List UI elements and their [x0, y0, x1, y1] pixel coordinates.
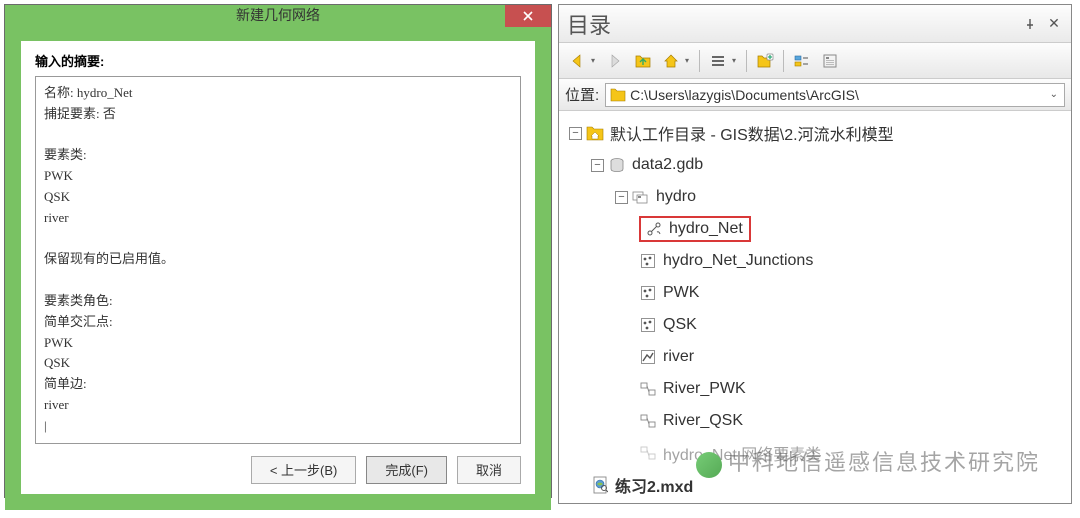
item-properties-button[interactable]: [818, 49, 842, 73]
tree-item[interactable]: river: [563, 341, 1067, 373]
tree-gdb[interactable]: − data2.gdb: [563, 149, 1067, 181]
collapse-icon[interactable]: −: [615, 191, 628, 204]
dialog-title: 新建几何网络: [5, 5, 551, 25]
tree-label: 练习2.mxd: [615, 473, 693, 497]
map-document-icon: [591, 476, 609, 494]
collapse-icon[interactable]: −: [591, 159, 604, 172]
catalog-title: 目录: [567, 8, 1015, 40]
collapse-icon[interactable]: −: [569, 127, 582, 140]
geometric-network-icon: [645, 220, 663, 238]
location-input[interactable]: [630, 87, 1047, 103]
catalog-panel: 目录 ✕ ▾ ▾ ▾: [558, 4, 1072, 504]
tree-root[interactable]: − 默认工作目录 - GIS数据\2.河流水利模型: [563, 117, 1067, 149]
tree-label: River_PWK: [663, 380, 746, 398]
relationship-class-icon: [639, 412, 657, 430]
point-feature-icon: [639, 316, 657, 334]
tree-item[interactable]: River_QSK: [563, 405, 1067, 437]
home-folder-icon: [586, 124, 604, 142]
summary-textbox[interactable]: 名称: hydro_Net 捕捉要素: 否 要素类: PWK QSK river…: [35, 76, 521, 444]
back-dropdown[interactable]: ▾: [591, 56, 599, 65]
cancel-button[interactable]: 取消: [457, 456, 521, 484]
toggle-contents-button[interactable]: [790, 49, 814, 73]
forward-arrow-button[interactable]: [603, 49, 627, 73]
list-view-button[interactable]: [706, 49, 730, 73]
tree-item-hydro-net[interactable]: hydro_Net: [563, 213, 1067, 245]
relationship-class-icon: [639, 444, 657, 462]
dialog-body: 输入的摘要: 名称: hydro_Net 捕捉要素: 否 要素类: PWK QS…: [5, 25, 551, 510]
location-label: 位置:: [565, 84, 599, 105]
folder-icon: [610, 88, 626, 102]
list-dropdown[interactable]: ▾: [732, 56, 740, 65]
finish-button[interactable]: 完成(F): [366, 456, 447, 484]
location-field[interactable]: ⌄: [605, 83, 1065, 107]
geodatabase-icon: [608, 156, 626, 174]
location-bar: 位置: ⌄: [559, 79, 1071, 111]
tree-item[interactable]: River_PWK: [563, 373, 1067, 405]
catalog-toolbar: ▾ ▾ ▾: [559, 43, 1071, 79]
location-dropdown[interactable]: ⌄: [1048, 89, 1060, 100]
tree-label: hydro: [656, 188, 696, 206]
line-feature-icon: [639, 348, 657, 366]
tree-label: PWK: [663, 284, 699, 302]
tree-label: QSK: [663, 316, 697, 334]
home-dropdown[interactable]: ▾: [685, 56, 693, 65]
tree-label: hydro_Net_Junctions: [663, 252, 813, 270]
up-folder-button[interactable]: [631, 49, 655, 73]
tree-item[interactable]: hydro_Net 网络要素类: [563, 437, 1067, 469]
point-feature-icon: [639, 284, 657, 302]
catalog-titlebar: 目录 ✕: [559, 5, 1071, 43]
feature-dataset-icon: [632, 188, 650, 206]
dialog-button-row: < 上一步(B) 完成(F) 取消: [35, 444, 521, 484]
close-panel-button[interactable]: ✕: [1045, 15, 1063, 33]
point-feature-icon: [639, 252, 657, 270]
tree-item[interactable]: QSK: [563, 309, 1067, 341]
relationship-class-icon: [639, 380, 657, 398]
home-button[interactable]: [659, 49, 683, 73]
dialog-inner: 输入的摘要: 名称: hydro_Net 捕捉要素: 否 要素类: PWK QS…: [21, 41, 535, 494]
tree-label: 默认工作目录 - GIS数据\2.河流水利模型: [610, 121, 894, 145]
catalog-tree[interactable]: − 默认工作目录 - GIS数据\2.河流水利模型 − data2.gdb − …: [559, 111, 1071, 503]
pin-icon[interactable]: [1021, 15, 1039, 33]
tree-item[interactable]: PWK: [563, 277, 1067, 309]
tree-label: hydro_Net 网络要素类: [663, 441, 821, 465]
tree-label: river: [663, 348, 694, 366]
tree-label: River_QSK: [663, 412, 743, 430]
tree-dataset[interactable]: − hydro: [563, 181, 1067, 213]
dialog-close-button[interactable]: [505, 5, 551, 27]
summary-title: 输入的摘要:: [35, 51, 521, 70]
tree-mxd[interactable]: 练习2.mxd: [563, 469, 1067, 501]
connect-folder-button[interactable]: [753, 49, 777, 73]
highlighted-item: hydro_Net: [639, 216, 751, 242]
dialog-titlebar: 新建几何网络: [5, 5, 551, 25]
tree-item[interactable]: hydro_Net_Junctions: [563, 245, 1067, 277]
back-arrow-button[interactable]: [565, 49, 589, 73]
back-button[interactable]: < 上一步(B): [251, 456, 357, 484]
new-geometric-network-dialog: 新建几何网络 输入的摘要: 名称: hydro_Net 捕捉要素: 否 要素类:…: [4, 4, 552, 498]
tree-label: data2.gdb: [632, 156, 703, 174]
tree-label: hydro_Net: [669, 220, 743, 238]
